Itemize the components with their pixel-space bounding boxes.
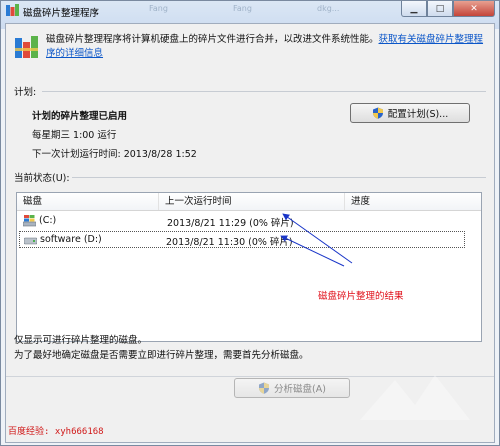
uac-shield-icon	[372, 107, 383, 119]
background-tab: Fang	[233, 4, 252, 13]
last-run-value: 2013/8/21 11:29 (0% 碎片)	[167, 218, 294, 229]
system-drive-icon	[23, 215, 36, 227]
watermark-text: 百度经验: xyh666168	[8, 427, 104, 437]
schedule-status: 计划的碎片整理已启用	[32, 111, 128, 122]
close-icon: ✕	[470, 3, 478, 14]
close-button[interactable]: ✕	[453, 1, 495, 17]
brand-watermark-logo	[360, 375, 470, 420]
defrag-icon	[15, 36, 38, 58]
schedule-frequency: 每星期三 1:00 运行	[32, 130, 117, 141]
disk-list-header: 磁盘 上一次运行时间 进度	[17, 193, 481, 211]
minimize-button[interactable]: ▁	[401, 1, 427, 17]
configure-schedule-label: 配置计划(S)...	[387, 109, 449, 120]
disk-row-d[interactable]: software (D:) 2013/8/21 11:30 (0% 碎片)	[19, 231, 465, 248]
disk-row-c[interactable]: (C:) 2013/8/21 11:29 (0% 碎片)	[19, 213, 465, 230]
column-progress[interactable]: 进度	[345, 193, 481, 210]
description-text: 磁盘碎片整理程序将计算机硬盘上的碎片文件进行合并，以改进文件系统性能。获取有关磁…	[46, 33, 486, 61]
analyze-disk-label: 分析磁盘(A)	[274, 384, 326, 395]
note-line-1: 仅显示可进行碎片整理的磁盘。	[14, 335, 148, 346]
note-line-2: 为了最好地确定磁盘是否需要立即进行碎片整理，需要首先分析磁盘。	[14, 350, 309, 361]
schedule-divider	[42, 91, 486, 92]
status-divider	[72, 177, 486, 178]
last-run-value: 2013/8/21 11:30 (0% 碎片)	[166, 237, 293, 248]
background-tab: Fang	[149, 4, 168, 13]
defrag-app-icon	[6, 4, 19, 16]
column-disk[interactable]: 磁盘	[17, 193, 159, 210]
maximize-icon: □	[435, 3, 445, 14]
disk-name: software (D:)	[40, 234, 102, 245]
next-run-time: 下一次计划运行时间: 2013/8/28 1:52	[32, 149, 197, 160]
title-bar[interactable]: 磁盘碎片整理程序 Fang Fang dkg... ▁ □ ✕	[1, 1, 499, 21]
uac-shield-icon	[259, 382, 270, 394]
disk-list[interactable]: 磁盘 上一次运行时间 进度 (C:) 2013/8/21 11:29 (0% 碎…	[16, 192, 482, 342]
maximize-button[interactable]: □	[427, 1, 453, 17]
analyze-disk-button[interactable]: 分析磁盘(A)	[234, 378, 350, 398]
disk-name: (C:)	[39, 215, 57, 226]
description: 磁盘碎片整理程序将计算机硬盘上的碎片文件进行合并，以改进文件系统性能。	[46, 34, 379, 45]
minimize-icon: ▁	[410, 3, 418, 14]
drive-icon	[24, 237, 37, 245]
column-last-run[interactable]: 上一次运行时间	[159, 193, 345, 210]
annotation-label: 磁盘碎片整理的结果	[318, 291, 404, 302]
background-tab: dkg...	[317, 4, 340, 13]
current-status-label: 当前状态(U):	[14, 173, 70, 184]
window-controls: ▁ □ ✕	[401, 1, 495, 18]
schedule-label: 计划:	[14, 87, 37, 98]
configure-schedule-button[interactable]: 配置计划(S)...	[350, 103, 470, 123]
window-title: 磁盘碎片整理程序	[23, 8, 100, 19]
